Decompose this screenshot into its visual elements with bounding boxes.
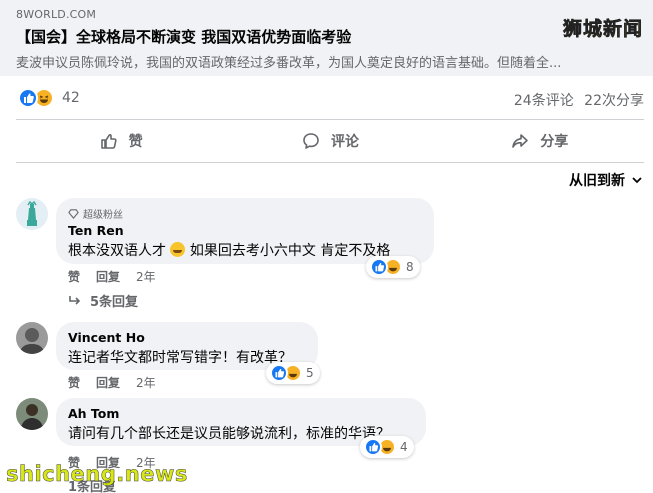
link-description: 麦波申议员陈佩玲说，我国的双语政策经过多番改革，为国人奠定良好的语言基础。但随着… bbox=[16, 56, 562, 71]
share-count[interactable]: 22次分享 bbox=[584, 93, 644, 109]
like-icon bbox=[364, 438, 382, 456]
comment-text-part: 如果回去考小六中文 肯定不及格 bbox=[189, 243, 391, 259]
like-button[interactable]: 赞 bbox=[16, 124, 225, 158]
avatar[interactable] bbox=[16, 398, 48, 430]
divider bbox=[16, 162, 644, 163]
view-replies-link[interactable]: 5条回复 bbox=[68, 291, 138, 310]
comment-reactions[interactable]: 8 bbox=[366, 256, 420, 278]
comment-bubble: 超级粉丝 Ten Ren 根本没双语人才 如果回去考小六中文 肯定不及格 bbox=[56, 198, 434, 264]
comment-time[interactable]: 2年 bbox=[136, 268, 156, 285]
thumbs-up-icon bbox=[100, 133, 117, 149]
link-headline[interactable]: 【国会】全球格局不断演变 我国双语优势面临考验 bbox=[16, 26, 351, 47]
chevron-down-icon bbox=[632, 177, 642, 184]
avatar[interactable] bbox=[16, 198, 48, 230]
comment-reactions[interactable]: 5 bbox=[266, 362, 320, 384]
reaction-icons[interactable] bbox=[18, 88, 58, 110]
comment-text: 根本没双语人才 如果回去考小六中文 肯定不及格 bbox=[68, 240, 422, 260]
top-fan-badge: 超级粉丝 bbox=[68, 206, 422, 221]
brand-watermark: 狮城新闻 bbox=[562, 18, 643, 41]
diamond-icon bbox=[68, 209, 79, 219]
comment-text-part: 根本没双语人才 bbox=[68, 243, 166, 259]
post-action-bar: 赞 评论 分享 bbox=[16, 124, 644, 158]
reply-arrow-icon bbox=[69, 295, 81, 305]
post-stats-row: 42 24条评论 22次分享 bbox=[16, 86, 644, 112]
comment-meta: 赞 回复 2年 bbox=[68, 268, 156, 285]
reaction-count: 5 bbox=[306, 366, 314, 380]
sort-label: 从旧到新 bbox=[569, 173, 625, 189]
replies-label: 5条回复 bbox=[90, 295, 139, 310]
comment-like-link[interactable]: 赞 bbox=[68, 374, 80, 391]
reaction-count[interactable]: 42 bbox=[62, 90, 80, 106]
badge-label: 超级粉丝 bbox=[83, 210, 123, 221]
comment-meta: 赞 回复 2年 bbox=[68, 374, 156, 391]
divider bbox=[16, 119, 644, 120]
commenter-name[interactable]: Vincent Ho bbox=[68, 330, 306, 345]
comment-item: 超级粉丝 Ten Ren 根本没双语人才 如果回去考小六中文 肯定不及格 8 赞… bbox=[16, 198, 646, 310]
like-icon bbox=[18, 88, 38, 108]
site-watermark: shicheng.news bbox=[6, 462, 188, 487]
comment-item: Vincent Ho 连记者华文都时常写错字！有改革？ 5 赞 回复 2年 bbox=[16, 322, 646, 392]
link-source: 8WORLD.COM bbox=[16, 8, 97, 21]
share-button[interactable]: 分享 bbox=[435, 124, 644, 158]
commenter-name[interactable]: Ah Tom bbox=[68, 406, 414, 421]
comment-reply-link[interactable]: 回复 bbox=[96, 268, 120, 285]
commenter-name[interactable]: Ten Ren bbox=[68, 223, 422, 238]
share-label: 分享 bbox=[540, 134, 569, 150]
comment-time[interactable]: 2年 bbox=[136, 374, 156, 391]
comment-button[interactable]: 评论 bbox=[225, 124, 434, 158]
like-icon bbox=[270, 364, 288, 382]
comment-share-counts: 24条评论 22次分享 bbox=[508, 90, 644, 110]
like-label: 赞 bbox=[128, 134, 143, 150]
like-icon bbox=[370, 258, 388, 276]
avatar[interactable] bbox=[16, 322, 48, 354]
share-arrow-icon bbox=[512, 134, 529, 148]
reaction-count: 4 bbox=[400, 440, 408, 454]
comment-sort-dropdown[interactable]: 从旧到新 bbox=[569, 170, 643, 190]
comment-count[interactable]: 24条评论 bbox=[514, 93, 574, 109]
link-preview-card[interactable]: 8WORLD.COM 【国会】全球格局不断演变 我国双语优势面临考验 麦波申议员… bbox=[0, 0, 653, 76]
comment-like-link[interactable]: 赞 bbox=[68, 268, 80, 285]
reaction-count: 8 bbox=[406, 260, 414, 274]
sleepy-face-emoji-icon bbox=[170, 242, 186, 257]
comment-reply-link[interactable]: 回复 bbox=[96, 374, 120, 391]
comment-label: 评论 bbox=[330, 134, 359, 150]
comment-reactions[interactable]: 4 bbox=[360, 436, 414, 458]
comment-bubble-icon bbox=[303, 133, 319, 149]
